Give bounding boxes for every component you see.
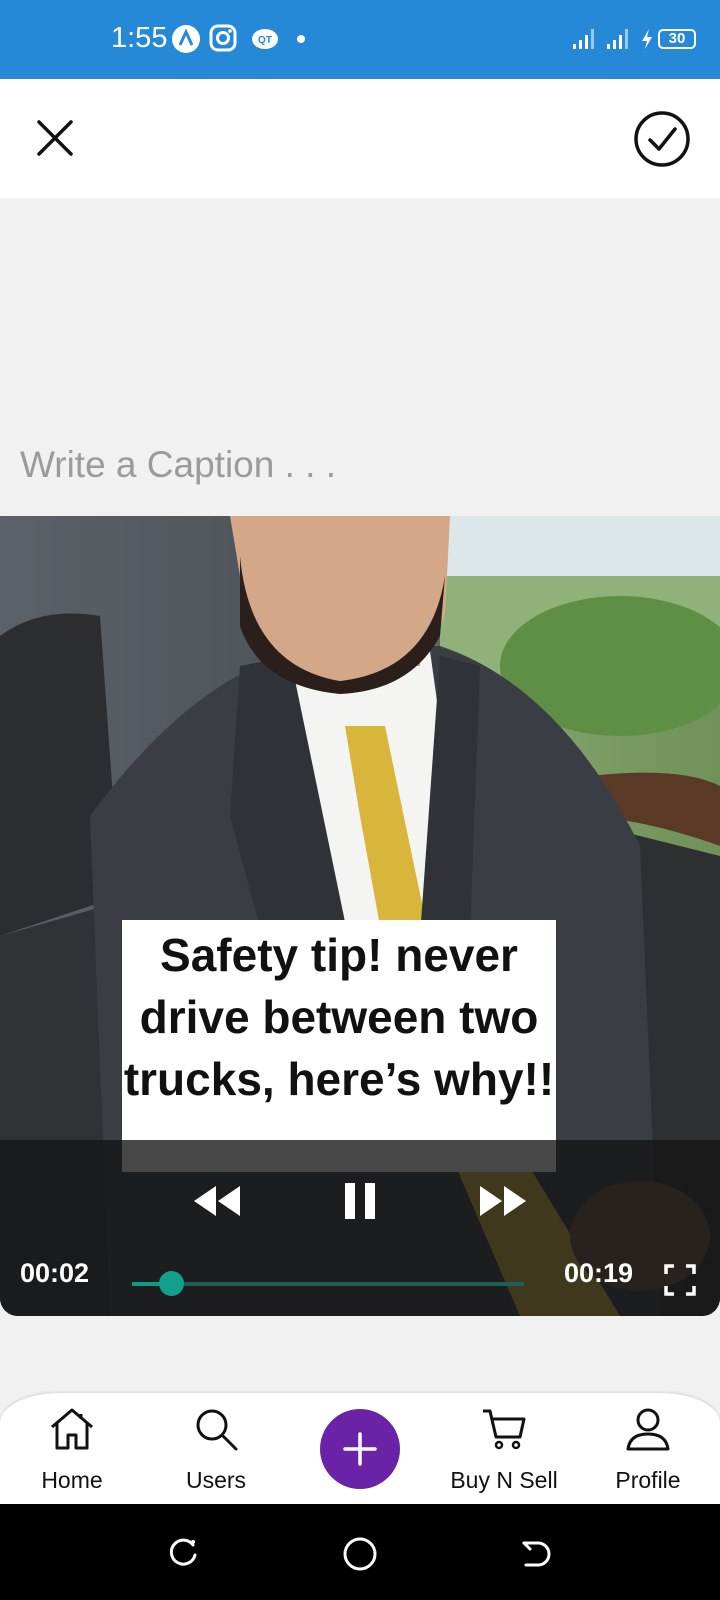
video-player[interactable]: Safety tip! never drive between two truc… [0, 516, 720, 1316]
bottom-navigation: Home Users Buy N Sell Profile [0, 1393, 720, 1504]
instagram-icon [209, 24, 237, 52]
seek-bar[interactable] [132, 1271, 524, 1296]
battery-level: 30 [668, 30, 686, 47]
cart-icon [483, 1409, 526, 1450]
app-notification-icon [172, 25, 200, 53]
top-bar [0, 79, 720, 198]
plus-icon [343, 1432, 377, 1466]
more-notifications-dot-icon [297, 35, 305, 43]
add-post-button[interactable] [320, 1409, 400, 1489]
person-icon [626, 1408, 670, 1451]
rewind-icon[interactable] [192, 1184, 242, 1218]
close-icon[interactable] [36, 119, 74, 157]
system-navigation-bar [0, 1504, 720, 1600]
pause-icon[interactable] [343, 1181, 377, 1221]
svg-text:QT: QT [258, 35, 272, 46]
fullscreen-icon[interactable] [664, 1264, 696, 1296]
nav-item-profile[interactable]: Profile [578, 1393, 718, 1504]
search-icon [196, 1409, 238, 1451]
caption-input[interactable] [20, 440, 700, 490]
confirm-check-icon[interactable] [633, 110, 691, 168]
video-overlay-text: Safety tip! never drive between two truc… [122, 920, 556, 1172]
home-system-icon[interactable] [342, 1536, 378, 1572]
charging-icon [642, 29, 652, 49]
nav-label-buy-n-sell: Buy N Sell [450, 1467, 558, 1493]
nav-item-buy-n-sell[interactable]: Buy N Sell [434, 1393, 574, 1504]
status-bar: 1:55 QT 30 [0, 0, 720, 79]
seek-thumb[interactable] [159, 1271, 185, 1296]
nav-label-users: Users [185, 1467, 247, 1493]
signal-icon-2 [607, 29, 628, 49]
duration-time: 00:19 [564, 1258, 634, 1288]
back-icon[interactable] [520, 1537, 552, 1569]
status-time: 1:55 [111, 22, 168, 54]
nav-item-users[interactable]: Users [146, 1393, 286, 1504]
recent-apps-icon[interactable] [167, 1537, 199, 1569]
battery-icon: 30 [658, 29, 696, 49]
home-icon [51, 1408, 93, 1450]
current-time: 00:02 [20, 1258, 90, 1288]
video-controls: 00:02 00:19 [0, 1140, 720, 1316]
nav-label-profile: Profile [615, 1467, 681, 1493]
chat-notification-icon: QT [252, 29, 278, 49]
signal-icon-1 [573, 29, 594, 49]
nav-label-home: Home [41, 1467, 103, 1493]
fast-forward-icon[interactable] [478, 1184, 528, 1218]
nav-item-home[interactable]: Home [2, 1393, 142, 1504]
